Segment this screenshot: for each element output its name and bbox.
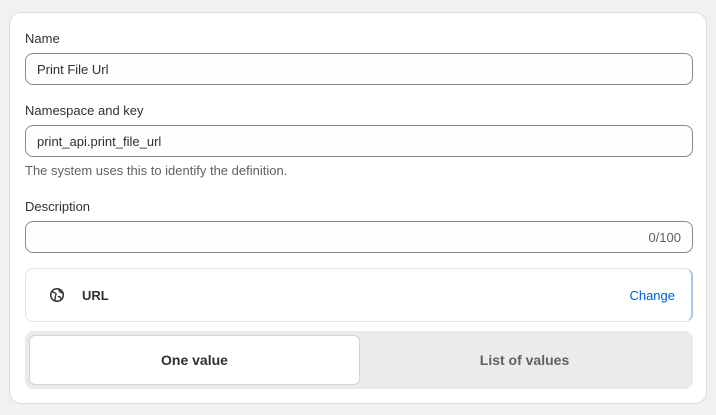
- namespace-key-input-value: print_api.print_file_url: [37, 133, 162, 149]
- value-mode-toggle: One value List of values: [25, 331, 693, 389]
- globe-icon: [48, 286, 66, 304]
- namespace-key-input[interactable]: print_api.print_file_url: [25, 125, 693, 157]
- type-label: URL: [82, 287, 109, 303]
- namespace-key-label: Namespace and key: [25, 103, 144, 118]
- metafield-definition-card: Name Print File Url Namespace and key pr…: [9, 12, 707, 404]
- change-type-link[interactable]: Change: [629, 288, 675, 303]
- name-label: Name: [25, 31, 60, 46]
- one-value-option[interactable]: One value: [29, 335, 360, 385]
- list-of-values-option[interactable]: List of values: [360, 335, 689, 385]
- description-char-counter: 0/100: [648, 229, 681, 245]
- name-input-value: Print File Url: [37, 61, 109, 77]
- description-input[interactable]: 0/100: [25, 221, 693, 253]
- namespace-help-text: The system uses this to identify the def…: [25, 163, 288, 178]
- description-label: Description: [25, 199, 91, 214]
- name-input[interactable]: Print File Url: [25, 53, 693, 85]
- type-selector: URL Change: [25, 268, 693, 322]
